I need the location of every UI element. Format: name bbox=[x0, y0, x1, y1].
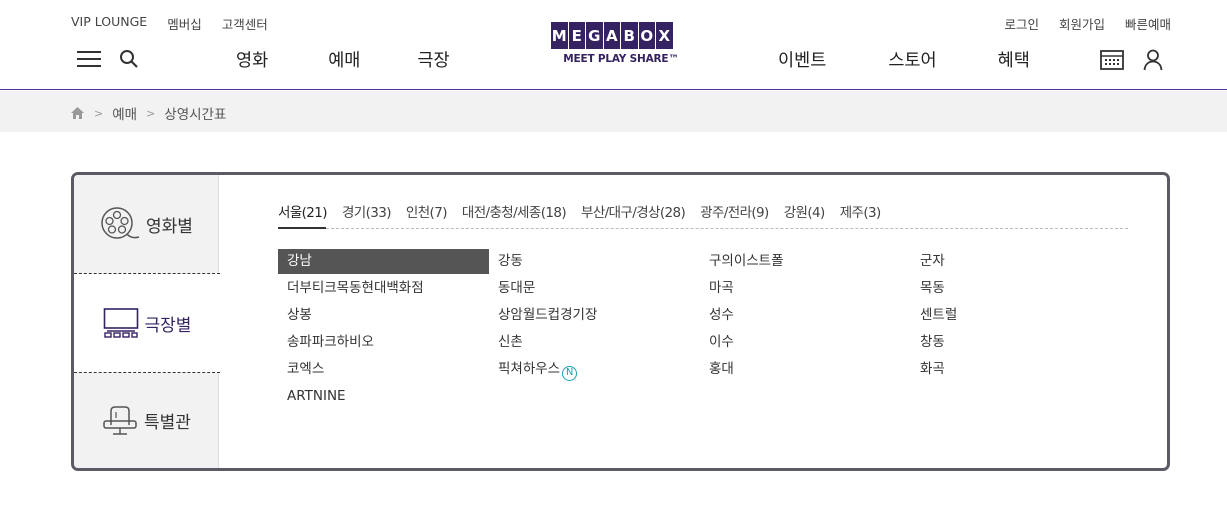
logo-letter: M bbox=[551, 22, 568, 49]
nav-theater[interactable]: 극장 bbox=[417, 47, 449, 72]
logo-letter: G bbox=[586, 22, 603, 49]
nav-movie[interactable]: 영화 bbox=[236, 47, 268, 72]
logo-letter: O bbox=[638, 22, 655, 49]
logo-letter: A bbox=[603, 22, 620, 49]
calendar-icon[interactable] bbox=[1099, 48, 1125, 72]
theater-item[interactable]: 센트럴 bbox=[911, 303, 957, 328]
theater-item[interactable]: 화곡 bbox=[911, 357, 945, 382]
theater-item[interactable]: 상암월드컵경기장 bbox=[489, 303, 597, 328]
theater-item[interactable]: 성수 bbox=[700, 303, 734, 328]
breadcrumb: > 예매 > 상영시간표 bbox=[70, 103, 226, 123]
theater-item[interactable]: 군자 bbox=[911, 249, 945, 274]
logo-letter: X bbox=[656, 22, 673, 49]
tab-special-hall-label: 특별관 bbox=[144, 413, 191, 433]
user-icon[interactable] bbox=[1142, 48, 1164, 72]
tab-by-theater[interactable]: 극장별 bbox=[74, 273, 220, 373]
breadcrumb-bar: > 예매 > 상영시간표 bbox=[0, 91, 1227, 132]
theater-item[interactable]: 동대문 bbox=[489, 276, 535, 301]
theater-list: 강남 더부티크목동현대백화점 상봉 송파파크하비오 코엑스 ARTNINE 강동… bbox=[278, 249, 1128, 419]
home-icon[interactable] bbox=[70, 106, 85, 120]
logo-letter: E bbox=[568, 22, 585, 49]
membership-link[interactable]: 멤버십 bbox=[167, 14, 202, 33]
logo-tagline: MEET PLAY SHARE™ bbox=[563, 53, 679, 65]
theater-item[interactable]: 신촌 bbox=[489, 330, 523, 355]
tab-special-hall[interactable]: 특별관 bbox=[74, 373, 219, 468]
region-tab-gyeonggi[interactable]: 경기(33) bbox=[342, 201, 392, 221]
theater-item[interactable]: 더부티크목동현대백화점 bbox=[278, 276, 424, 301]
film-reel-icon bbox=[101, 207, 140, 239]
megabox-logo[interactable]: M E G A B O X MEET PLAY SHARE™ bbox=[551, 22, 691, 72]
theater-item[interactable]: 홍대 bbox=[700, 357, 734, 382]
theater-item[interactable]: 이수 bbox=[700, 330, 734, 355]
logo-letters: M E G A B O X bbox=[551, 22, 691, 49]
utility-nav-right: 로그인 회원가입 빠른예매 bbox=[1004, 14, 1171, 33]
special-seat-icon bbox=[103, 405, 137, 435]
customer-center-link[interactable]: 고객센터 bbox=[222, 14, 268, 33]
breadcrumb-showtimes[interactable]: 상영시간표 bbox=[164, 103, 226, 123]
theater-item-label: 픽쳐하우스 bbox=[498, 361, 561, 377]
quick-booking-link[interactable]: 빠른예매 bbox=[1125, 14, 1171, 33]
theater-item[interactable]: 송파파크하비오 bbox=[278, 330, 374, 355]
theater-item-selected[interactable]: 강남 bbox=[278, 249, 489, 274]
vip-lounge-link[interactable]: VIP LOUNGE bbox=[71, 14, 147, 33]
theater-item[interactable]: ARTNINE bbox=[278, 384, 346, 409]
theater-item[interactable]: 창동 bbox=[911, 330, 945, 355]
theater-selector-panel: 영화별 극장별 특별관 서울(21) 경기(33) 인천(7) 대전/충청/세종… bbox=[71, 172, 1170, 471]
theater-item[interactable]: 픽쳐하우스 N bbox=[489, 357, 578, 382]
hamburger-menu-icon[interactable] bbox=[76, 48, 102, 70]
active-region-underline bbox=[278, 227, 326, 229]
region-tab-chungcheong[interactable]: 대전/충청/세종(18) bbox=[462, 201, 567, 221]
utility-nav-left: VIP LOUNGE 멤버십 고객센터 bbox=[71, 14, 268, 33]
theater-item[interactable]: 구의이스트폴 bbox=[700, 249, 784, 274]
region-tabs: 서울(21) 경기(33) 인천(7) 대전/충청/세종(18) 부산/대구/경… bbox=[278, 201, 896, 221]
nav-booking[interactable]: 예매 bbox=[328, 47, 360, 72]
tab-by-movie[interactable]: 영화별 bbox=[74, 175, 219, 273]
theater-item[interactable]: 목동 bbox=[911, 276, 945, 301]
nav-store[interactable]: 스토어 bbox=[888, 47, 936, 72]
region-tab-gangwon[interactable]: 강원(4) bbox=[784, 201, 826, 221]
chevron-right-icon: > bbox=[94, 106, 104, 120]
signup-link[interactable]: 회원가입 bbox=[1059, 14, 1105, 33]
tab-by-movie-label: 영화별 bbox=[146, 216, 193, 237]
chevron-right-icon: > bbox=[146, 106, 156, 120]
theater-item[interactable]: 마곡 bbox=[700, 276, 734, 301]
theater-item[interactable]: 코엑스 bbox=[278, 357, 324, 382]
new-badge-icon: N bbox=[562, 365, 578, 381]
theater-screen-icon bbox=[103, 308, 138, 338]
region-divider bbox=[326, 228, 1128, 229]
login-link[interactable]: 로그인 bbox=[1004, 14, 1039, 33]
site-header: VIP LOUNGE 멤버십 고객센터 로그인 회원가입 빠른예매 영화 예매 … bbox=[0, 0, 1227, 90]
search-icon[interactable] bbox=[118, 48, 140, 70]
theater-item[interactable]: 상봉 bbox=[278, 303, 312, 328]
region-tab-jeolla[interactable]: 광주/전라(9) bbox=[700, 201, 769, 221]
breadcrumb-booking[interactable]: 예매 bbox=[112, 103, 137, 123]
region-tab-jeju[interactable]: 제주(3) bbox=[840, 201, 882, 221]
logo-letter: B bbox=[621, 22, 638, 49]
nav-event[interactable]: 이벤트 bbox=[778, 47, 826, 72]
region-tab-gyeongsang[interactable]: 부산/대구/경상(28) bbox=[581, 201, 686, 221]
main-nav-left: 영화 예매 극장 bbox=[236, 47, 450, 72]
main-nav-right: 이벤트 스토어 혜택 bbox=[778, 47, 1030, 72]
side-tabs: 영화별 극장별 특별관 bbox=[74, 175, 220, 468]
tab-by-theater-label: 극장별 bbox=[144, 315, 192, 336]
theater-item[interactable]: 강동 bbox=[489, 249, 523, 274]
nav-benefit[interactable]: 혜택 bbox=[998, 47, 1030, 72]
region-tab-seoul[interactable]: 서울(21) bbox=[278, 201, 328, 221]
region-tab-incheon[interactable]: 인천(7) bbox=[406, 201, 448, 221]
